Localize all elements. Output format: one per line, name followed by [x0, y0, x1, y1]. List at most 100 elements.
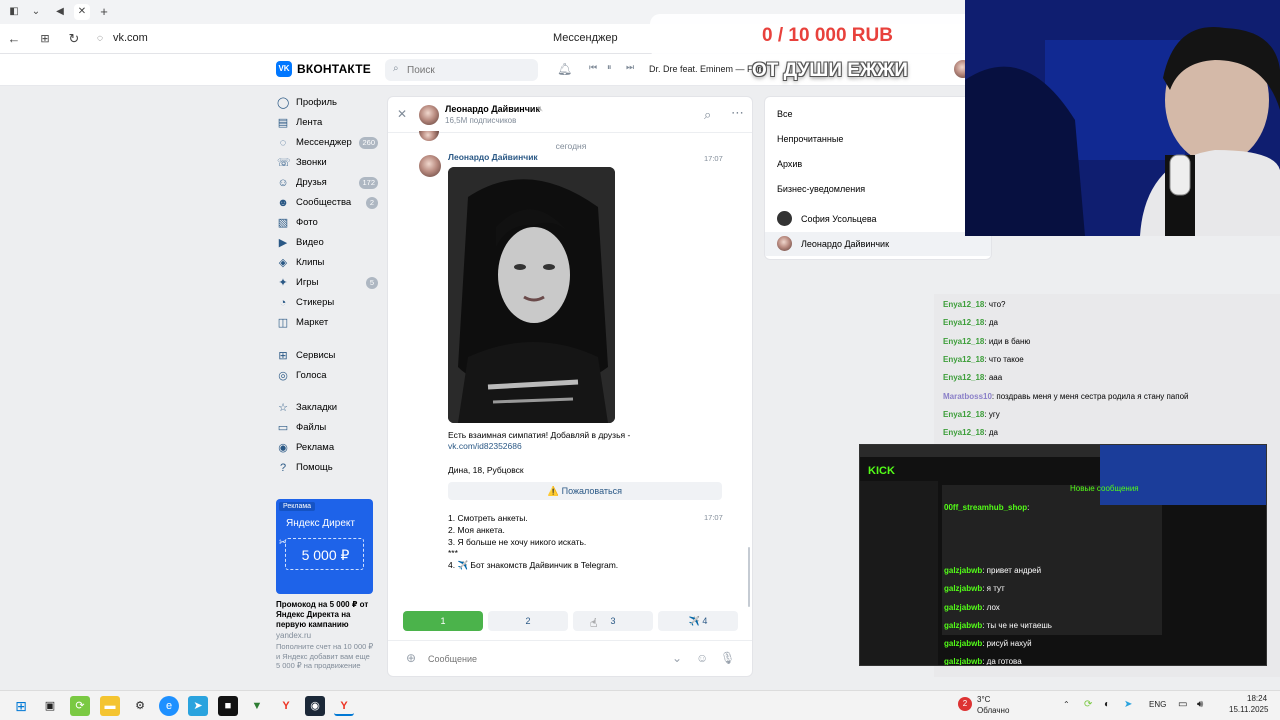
chat-avatar[interactable]: [419, 105, 439, 125]
sidebar-item[interactable]: ◉ Реклама: [277, 439, 382, 457]
chat-name[interactable]: Леонардо Дайвинчик: [445, 104, 540, 114]
now-playing-track[interactable]: Dr. Dre feat. Eminem — Forg: [649, 64, 766, 74]
keyboard-button-4[interactable]: ✈️ 4: [658, 611, 738, 631]
telegram-tray-icon[interactable]: ➤: [1124, 699, 1132, 710]
network-icon[interactable]: ▭: [1178, 699, 1187, 710]
sidebar-item[interactable]: ◯ Профиль: [277, 94, 382, 112]
reload-icon[interactable]: ↻: [66, 31, 82, 47]
app-icon[interactable]: ▼: [247, 696, 267, 716]
ad-banner[interactable]: Реклама Яндекс Директ ✂ 5 000 ₽: [276, 499, 373, 594]
close-tab-icon[interactable]: ✕: [74, 4, 90, 20]
vk-logo-icon[interactable]: VK: [276, 61, 292, 77]
stream-chat-user: Enya12_18: [943, 428, 985, 438]
help-icon: ?: [279, 462, 287, 474]
folder-business[interactable]: Бизнес-уведомления: [777, 184, 865, 194]
sidebar-item[interactable]: ✦ Игры 5: [277, 274, 382, 292]
tray-chevron-icon[interactable]: ⌃: [1063, 700, 1070, 709]
bell-icon[interactable]: 🔔︎: [557, 62, 572, 76]
screen-capture-preview: KICK Новые сообщения 00ff_streamhub_shop…: [859, 444, 1267, 666]
task-view-icon[interactable]: ▣: [40, 696, 60, 716]
app-icon[interactable]: ■: [218, 696, 238, 716]
yandex-icon[interactable]: Y: [276, 696, 296, 716]
mini-chat-message: galzjabwb: ты че не читаешь: [944, 621, 1052, 630]
sidebar-item[interactable]: ◎ Голоса: [277, 367, 382, 385]
sidebar-item[interactable]: ◔ Стикеры: [277, 294, 382, 312]
message-time: 17:07: [704, 154, 723, 163]
telegram-icon[interactable]: ➤: [188, 696, 208, 716]
folder-unread[interactable]: Непрочитанные: [777, 134, 843, 144]
back-icon[interactable]: ←: [6, 31, 22, 47]
volume-icon[interactable]: 🔊︎: [1197, 699, 1203, 710]
yandex-browser-icon[interactable]: Y: [334, 696, 354, 716]
next-track-icon[interactable]: ⏭: [626, 62, 634, 73]
previous-track-icon[interactable]: ⏮: [589, 62, 597, 73]
donation-label: ОТ ДУШИ ЕЖЖИ: [752, 60, 908, 81]
mute-icon[interactable]: ◀: [52, 4, 68, 20]
edge-icon[interactable]: e: [159, 696, 179, 716]
vk-logo-text[interactable]: ВКОНТАКТЕ: [297, 62, 371, 76]
url-field[interactable]: vk.com: [113, 32, 148, 44]
attach-icon[interactable]: ⊕: [406, 651, 416, 665]
chat-list-item[interactable]: София Усольцева: [765, 207, 991, 231]
start-icon[interactable]: ⊞: [11, 696, 31, 716]
sidebar-item[interactable]: ☆ Закладки: [277, 399, 382, 417]
steam-icon[interactable]: ◉: [305, 696, 325, 716]
tabs-menu-icon[interactable]: ⌄: [28, 4, 44, 20]
lock-icon[interactable]: ◌: [92, 31, 108, 47]
close-icon[interactable]: ✕: [397, 107, 407, 121]
sidebar-item[interactable]: ? Помощь: [277, 459, 382, 477]
weather-desc[interactable]: Облачно: [977, 706, 1009, 715]
sidebar-item-label: Помощь: [296, 462, 333, 473]
app-icon[interactable]: ⟳: [70, 696, 90, 716]
more-icon[interactable]: ⋯: [731, 105, 744, 121]
app-icon[interactable]: ⚙: [130, 696, 150, 716]
mini-chat-user: galzjabwb: [944, 657, 983, 666]
search-box[interactable]: ⌕: [385, 59, 538, 81]
microphone-icon[interactable]: 🎙︎: [720, 651, 735, 665]
search-icon[interactable]: ⌕: [704, 107, 711, 123]
tray-app-icon[interactable]: ◐: [1104, 699, 1110, 710]
mini-chat-message: 00ff_streamhub_shop:: [944, 503, 1029, 512]
chat-list-item-active[interactable]: Леонардо Дайвинчик: [765, 232, 991, 256]
keyboard-button-2[interactable]: 2: [488, 611, 568, 631]
message-author[interactable]: Леонардо Дайвинчик: [448, 152, 538, 162]
keyboard-button-1[interactable]: 1: [403, 611, 483, 631]
profile-link[interactable]: vk.com/id82352686: [448, 441, 522, 452]
keyboard-toggle-icon[interactable]: ⌄: [672, 651, 682, 665]
weather-temp[interactable]: 3°C: [977, 695, 990, 704]
tray-app-icon[interactable]: ⟳: [1084, 699, 1092, 710]
sidebar-toggle-icon[interactable]: ◧: [6, 4, 22, 20]
sidebar-item[interactable]: ☏ Звонки: [277, 154, 382, 172]
sidebar-item[interactable]: ◌ Мессенджер 260: [277, 134, 382, 152]
pause-icon[interactable]: ⏸: [607, 62, 612, 73]
message-time: 17:07: [704, 513, 723, 522]
folder-all[interactable]: Все: [777, 109, 793, 119]
stream-chat-text: : что?: [984, 300, 1006, 309]
clock-time[interactable]: 18:24: [1247, 694, 1267, 703]
scrollbar[interactable]: [748, 547, 750, 607]
keyboard-button-3[interactable]: 3: [573, 611, 653, 631]
sidebar-item[interactable]: ▭ Файлы: [277, 419, 382, 437]
weather-icon[interactable]: 2: [958, 697, 972, 711]
sidebar-item[interactable]: ☺ Друзья 172: [277, 174, 382, 192]
sidebar-item[interactable]: ▧ Фото: [277, 214, 382, 232]
ad-headline[interactable]: Промокод на 5 000 ₽ от Яндекс Директа на…: [276, 600, 381, 630]
clock-date[interactable]: 15.11.2025: [1229, 705, 1268, 714]
message-photo[interactable]: [448, 167, 615, 423]
sidebar-item[interactable]: ⊞ Сервисы: [277, 347, 382, 365]
sidebar-item[interactable]: ▤ Лента: [277, 114, 382, 132]
message-avatar[interactable]: [419, 155, 441, 177]
new-tab-icon[interactable]: +: [96, 4, 112, 20]
language-indicator[interactable]: ENG: [1149, 700, 1166, 709]
tabs-icon[interactable]: ⊞: [37, 31, 53, 47]
sidebar-item[interactable]: ☻ Сообщества 2: [277, 194, 382, 212]
emoji-icon[interactable]: ☺: [696, 651, 708, 665]
message-input[interactable]: [428, 651, 668, 667]
folder-icon[interactable]: ▬: [100, 696, 120, 716]
sidebar-item[interactable]: ▶ Видео: [277, 234, 382, 252]
sidebar-item[interactable]: ◫ Маркет: [277, 314, 382, 332]
folder-archive[interactable]: Архив: [777, 159, 802, 169]
sidebar-item[interactable]: ◈ Клипы: [277, 254, 382, 272]
complain-button[interactable]: ⚠️ Пожаловаться: [448, 482, 722, 500]
search-input[interactable]: [407, 62, 527, 78]
